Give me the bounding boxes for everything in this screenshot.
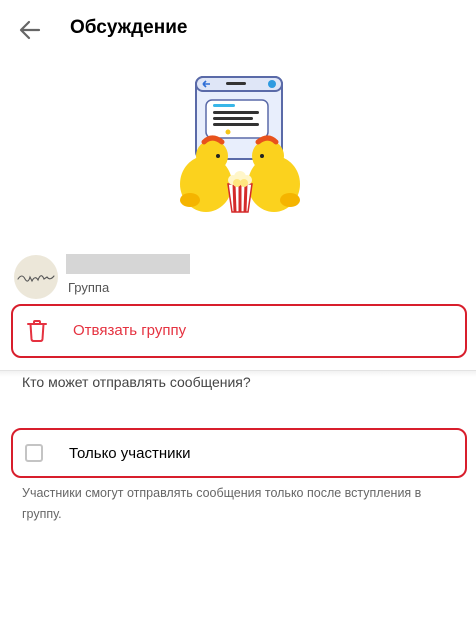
group-type-label: Группа (68, 280, 110, 295)
handwritten-logo (17, 275, 55, 283)
back-button[interactable] (14, 16, 46, 44)
ducks-popcorn-sticker (180, 76, 300, 213)
arrow-left-icon (19, 20, 41, 40)
group-name-redacted (66, 254, 190, 274)
members-only-label: Только участники (69, 445, 191, 462)
members-only-checkbox[interactable] (25, 444, 43, 462)
unlink-group-button[interactable]: Отвязать группу (11, 304, 467, 358)
linked-group[interactable]: Группа (14, 252, 464, 302)
page-title: Обсуждение (70, 17, 188, 38)
unlink-group-label: Отвязать группу (73, 322, 187, 339)
members-only-hint: Участники смогут отправлять сообщения то… (22, 486, 422, 521)
group-avatar (14, 255, 58, 299)
permissions-section-title: Кто может отправлять сообщения? (22, 374, 251, 390)
trash-icon (27, 320, 47, 342)
members-only-option[interactable]: Только участники (11, 428, 467, 478)
header: Обсуждение (0, 0, 476, 58)
